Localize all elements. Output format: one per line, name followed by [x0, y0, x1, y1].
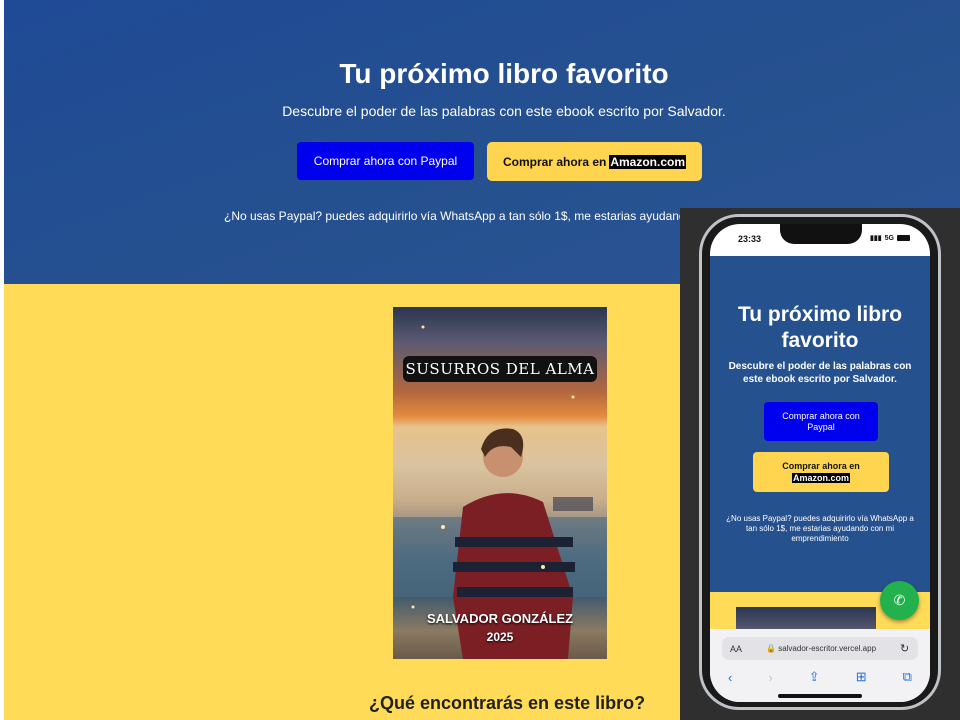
network-label: 5G: [884, 234, 894, 242]
hero-subtitle: Descubre el poder de las palabras con es…: [282, 103, 726, 119]
reload-icon[interactable]: ↻: [900, 642, 909, 655]
mobile-buy-paypal-button[interactable]: Comprar ahora con Paypal: [764, 402, 878, 441]
reader-aa-button[interactable]: AA: [730, 644, 742, 654]
browser-tabbar: ‹ › ⇪ ⊞ ⧉: [710, 666, 930, 688]
cover-author: SALVADOR GONZÁLEZ: [426, 611, 574, 626]
hero-title: Tu próximo libro favorito: [339, 58, 669, 89]
mobile-whatsapp-note: ¿No usas Paypal? puedes adquirirlo vía W…: [726, 514, 914, 543]
book-cover-image: SUSURROS DEL ALMA SALVADOR GONZÁLEZ 2025: [393, 307, 607, 659]
whatsapp-button[interactable]: ✆: [880, 581, 919, 620]
section-title: ¿Qué encontrarás en este libro?: [369, 693, 646, 713]
bookmarks-icon[interactable]: ⊞: [856, 669, 867, 685]
address-url: 🔒 salvador-escritor.vercel.app: [766, 644, 876, 653]
share-icon[interactable]: ⇪: [809, 669, 820, 685]
whatsapp-icon: ✆: [893, 592, 906, 608]
signal-icon: ▮▮▮: [870, 235, 882, 242]
status-time: 23:33: [738, 234, 762, 244]
battery-icon: [896, 235, 910, 241]
amazon-link[interactable]: Amazon.com: [609, 154, 687, 169]
mobile-hero-subtitle: Descubre el poder de las palabras con es…: [728, 361, 912, 385]
address-bar[interactable]: AA 🔒 salvador-escritor.vercel.app ↻: [722, 637, 918, 660]
mobile-hero-title: Tu próximo libro favorito: [737, 303, 903, 352]
back-icon[interactable]: ‹: [728, 670, 732, 685]
buy-paypal-button[interactable]: Comprar ahora con Paypal: [297, 142, 474, 180]
buy-amazon-label: Comprar ahora en: [502, 154, 607, 169]
cover-title: SUSURROS DEL ALMA: [403, 356, 597, 382]
buy-amazon-button[interactable]: Comprar ahora en Amazon.com: [487, 142, 702, 181]
mobile-buy-amazon-button[interactable]: Comprar ahora en Amazon.com: [753, 452, 889, 492]
status-indicators: ▮▮▮ 5G: [870, 234, 910, 242]
phone-screen: 23:33 ▮▮▮ 5G Tu próximo libro favorito D…: [710, 224, 930, 702]
buy-paypal-label: Comprar ahora con Paypal: [313, 154, 458, 168]
mobile-amazon-link[interactable]: Amazon.com: [791, 473, 850, 483]
mobile-buy-paypal-label: Comprar ahora con Paypal: [782, 410, 860, 432]
forward-icon[interactable]: ›: [768, 670, 772, 685]
tabs-icon[interactable]: ⧉: [903, 669, 912, 685]
cover-year: 2025: [486, 630, 514, 644]
phone-notch: [780, 224, 862, 244]
url-text: salvador-escritor.vercel.app: [778, 644, 877, 653]
home-indicator: [778, 694, 862, 698]
mobile-buy-amazon-label: Comprar ahora en: [782, 461, 860, 471]
page: Tu próximo libro favorito Descubre el po…: [0, 0, 960, 720]
whatsapp-note: ¿No usas Paypal? puedes adquirirlo vía W…: [224, 209, 704, 223]
lock-icon: 🔒: [766, 644, 776, 653]
